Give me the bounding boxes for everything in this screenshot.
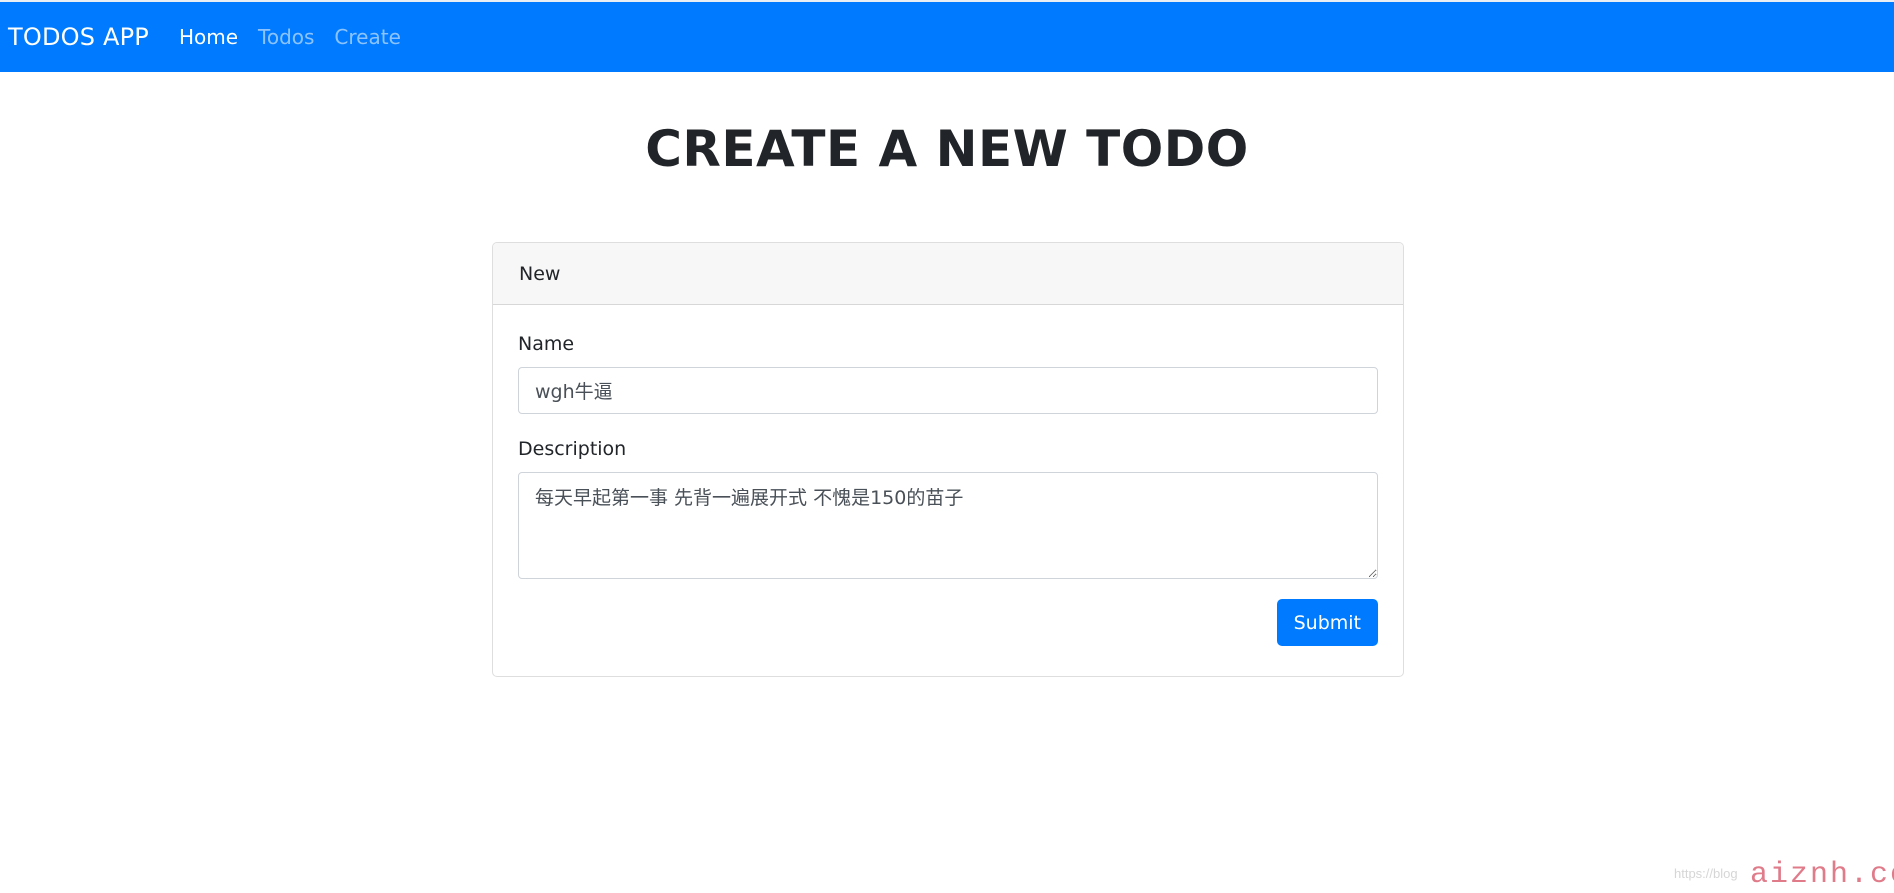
navbar-brand[interactable]: TODOS APP	[8, 23, 149, 51]
name-input[interactable]	[518, 367, 1378, 414]
page-title: CREATE A NEW TODO	[645, 120, 1249, 178]
submit-button[interactable]: Submit	[1276, 599, 1378, 646]
submit-row: Submit	[518, 599, 1378, 646]
nav-link-home[interactable]: Home	[179, 25, 238, 49]
description-label: Description	[518, 438, 627, 460]
nav-link-todos[interactable]: Todos	[258, 25, 314, 49]
name-label: Name	[518, 333, 575, 355]
new-todo-card: New Name Description 每天早起第一事 先背一遍展开式 不愧是…	[492, 242, 1404, 677]
card-header: New	[493, 243, 1403, 305]
card-body: Name Description 每天早起第一事 先背一遍展开式 不愧是150的…	[493, 305, 1403, 676]
watermark-url: https://blog	[1674, 866, 1738, 881]
description-textarea[interactable]: 每天早起第一事 先背一遍展开式 不愧是150的苗子	[518, 472, 1378, 579]
name-group: Name	[518, 333, 1378, 414]
description-group: Description 每天早起第一事 先背一遍展开式 不愧是150的苗子	[518, 438, 1378, 579]
navbar: TODOS APP Home Todos Create	[0, 2, 1894, 72]
nav-links: Home Todos Create	[179, 25, 421, 49]
watermark-logo: aiznh.com	[1750, 858, 1894, 892]
nav-link-create[interactable]: Create	[334, 25, 400, 49]
